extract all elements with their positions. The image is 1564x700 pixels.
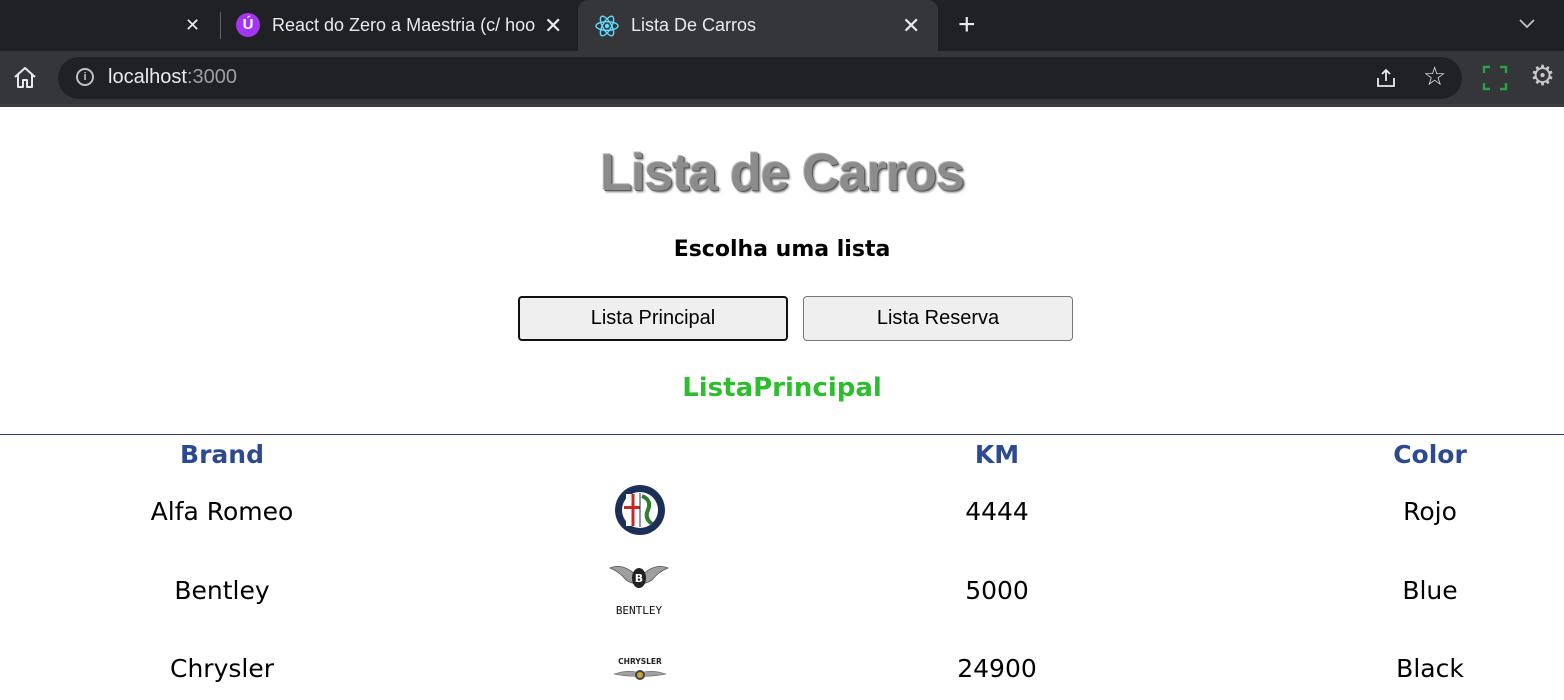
cell-brand: Alfa Romeo bbox=[150, 497, 294, 526]
chrysler-logo-text: CHRYSLER bbox=[618, 657, 662, 666]
home-icon[interactable] bbox=[12, 65, 38, 91]
cell-color: Black bbox=[1396, 654, 1464, 683]
address-bar[interactable]: i localhost:3000 ☆ bbox=[58, 57, 1462, 99]
cell-km: 4444 bbox=[965, 497, 1029, 526]
active-list-label: ListaPrincipal bbox=[682, 373, 882, 403]
svg-text:B: B bbox=[635, 572, 643, 585]
header-km: KM bbox=[974, 440, 1020, 469]
url-host: localhost bbox=[108, 66, 187, 88]
page-content: Lista de Carros Escolha uma lista Lista … bbox=[0, 107, 1564, 700]
close-icon[interactable]: ✕ bbox=[185, 0, 200, 51]
alfa-romeo-logo bbox=[615, 485, 665, 535]
udemy-icon: Ú bbox=[236, 13, 260, 37]
table-top-border bbox=[0, 434, 1564, 435]
chevron-down-icon[interactable] bbox=[1516, 12, 1538, 34]
close-tab-button[interactable]: ✕ bbox=[902, 0, 924, 51]
tab-lista-de-carros[interactable]: Lista De Carros bbox=[631, 0, 891, 51]
bentley-logo: B BENTLEY bbox=[608, 565, 670, 616]
bentley-logo-text: BENTLEY bbox=[616, 604, 663, 616]
cell-km: 5000 bbox=[965, 576, 1029, 605]
lista-reserva-button[interactable]: Lista Reserva bbox=[803, 296, 1073, 341]
close-icon[interactable]: ✕ bbox=[544, 13, 562, 39]
page-title: Lista de Carros bbox=[600, 144, 965, 202]
tab-separator bbox=[220, 12, 221, 39]
close-icon[interactable]: ✕ bbox=[902, 13, 920, 39]
cell-brand: Chrysler bbox=[169, 654, 274, 683]
new-tab-icon[interactable]: + bbox=[958, 10, 976, 40]
url-port: :3000 bbox=[186, 66, 237, 88]
header-brand: Brand bbox=[180, 440, 264, 469]
header-color: Color bbox=[1393, 440, 1467, 469]
gear-icon[interactable]: ⚙ bbox=[1530, 61, 1555, 91]
react-icon bbox=[595, 15, 619, 37]
url-text[interactable]: localhost:3000 bbox=[108, 66, 237, 89]
cell-color: Rojo bbox=[1403, 497, 1457, 526]
cell-color: Blue bbox=[1402, 576, 1458, 605]
tab-label: Lista De Carros bbox=[631, 15, 757, 35]
tab-strip: ✕ Ú React do Zero a Maestria (c/ hoo ✕ L… bbox=[0, 0, 1564, 51]
info-icon[interactable]: i bbox=[76, 68, 94, 86]
lista-principal-button[interactable]: Lista Principal bbox=[518, 296, 788, 341]
chrysler-logo: CHRYSLER bbox=[613, 657, 667, 680]
page-subtitle: Escolha uma lista bbox=[673, 237, 891, 262]
cell-km: 24900 bbox=[957, 654, 1037, 683]
tab-previous[interactable]: ✕ bbox=[0, 0, 220, 51]
tab-label: React do Zero a Maestria (c/ hoo bbox=[272, 15, 536, 35]
cell-brand: Bentley bbox=[174, 576, 270, 605]
browser-toolbar: i localhost:3000 ☆ ⚙ bbox=[0, 51, 1564, 107]
bookmark-star-icon[interactable]: ☆ bbox=[1423, 63, 1446, 91]
close-tab-button[interactable]: ✕ bbox=[544, 0, 566, 51]
tab-react-course[interactable]: React do Zero a Maestria (c/ hoo bbox=[272, 0, 542, 51]
share-icon[interactable] bbox=[1374, 66, 1398, 90]
screenshot-extension-icon[interactable] bbox=[1482, 65, 1508, 91]
